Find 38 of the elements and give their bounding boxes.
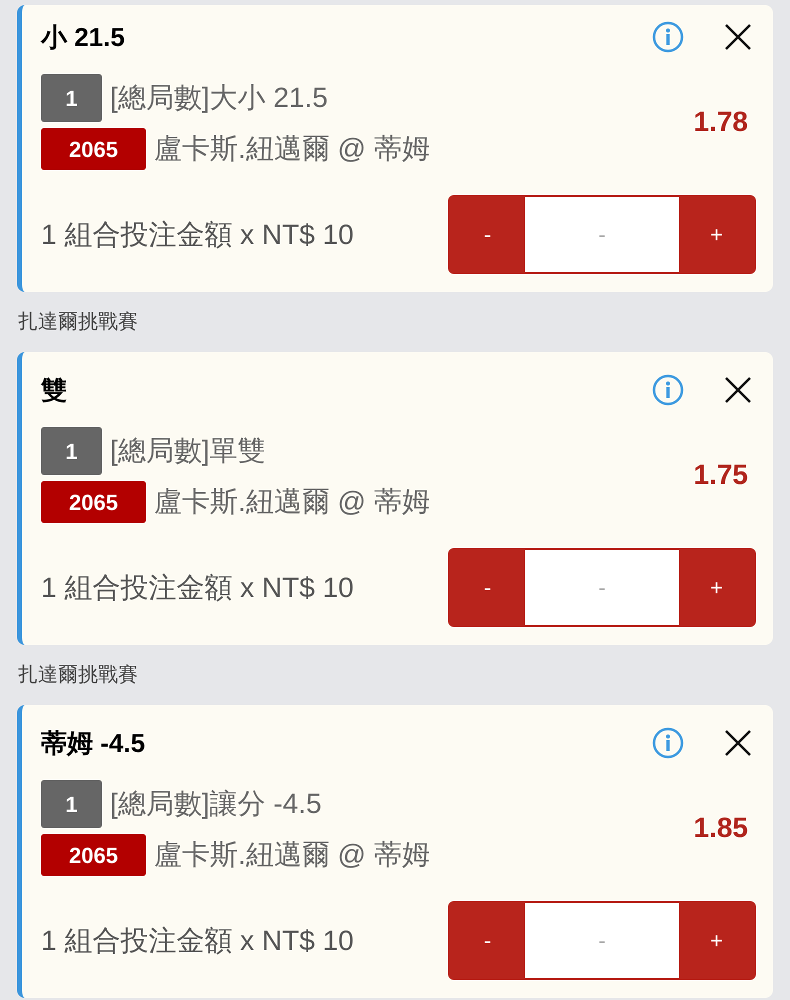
- close-icon[interactable]: [724, 23, 752, 51]
- increase-button[interactable]: +: [679, 197, 754, 272]
- market-name: [總局數]讓分 -4.5: [110, 787, 322, 821]
- market-name: [總局數]大小 21.5: [110, 81, 328, 115]
- decrease-button[interactable]: -: [450, 903, 525, 978]
- close-icon[interactable]: [724, 729, 752, 757]
- market-number-badge: 1: [41, 780, 102, 828]
- bet-title: 雙: [41, 374, 68, 406]
- amount-field[interactable]: -: [525, 903, 679, 978]
- event-name: 盧卡斯.紐邁爾 @ 蒂姆: [154, 132, 430, 166]
- odds: 1.85: [694, 811, 748, 845]
- close-icon[interactable]: [724, 376, 752, 404]
- amount-field[interactable]: -: [525, 550, 679, 625]
- odds: 1.78: [694, 105, 748, 139]
- decrease-button[interactable]: -: [450, 197, 525, 272]
- bet-title: 小 21.5: [41, 20, 126, 54]
- league-name: 扎達爾挑戰賽: [18, 663, 138, 688]
- stake-text: 1 組合投注金額 x NT$ 10: [41, 570, 355, 604]
- stake-text: 1 組合投注金額 x NT$ 10: [41, 924, 355, 958]
- market-name: [總局數]單雙: [110, 434, 266, 468]
- increase-button[interactable]: +: [679, 550, 754, 625]
- info-icon[interactable]: [652, 21, 684, 53]
- info-icon[interactable]: [652, 727, 684, 759]
- bet-title: 蒂姆 -4.5: [41, 726, 146, 760]
- amount-field[interactable]: -: [525, 197, 679, 272]
- market-number-badge: 1: [41, 74, 102, 122]
- event-name: 盧卡斯.紐邁爾 @ 蒂姆: [154, 485, 430, 519]
- event-name: 盧卡斯.紐邁爾 @ 蒂姆: [154, 838, 430, 872]
- odds: 1.75: [694, 458, 748, 492]
- event-number-badge: 2065: [41, 128, 146, 170]
- league-name: 扎達爾挑戰賽: [18, 310, 138, 335]
- event-number-badge: 2065: [41, 481, 146, 523]
- event-number-badge: 2065: [41, 834, 146, 876]
- decrease-button[interactable]: -: [450, 550, 525, 625]
- market-number-badge: 1: [41, 427, 102, 475]
- increase-button[interactable]: +: [679, 903, 754, 978]
- info-icon[interactable]: [652, 374, 684, 406]
- stake-text: 1 組合投注金額 x NT$ 10: [41, 218, 355, 252]
